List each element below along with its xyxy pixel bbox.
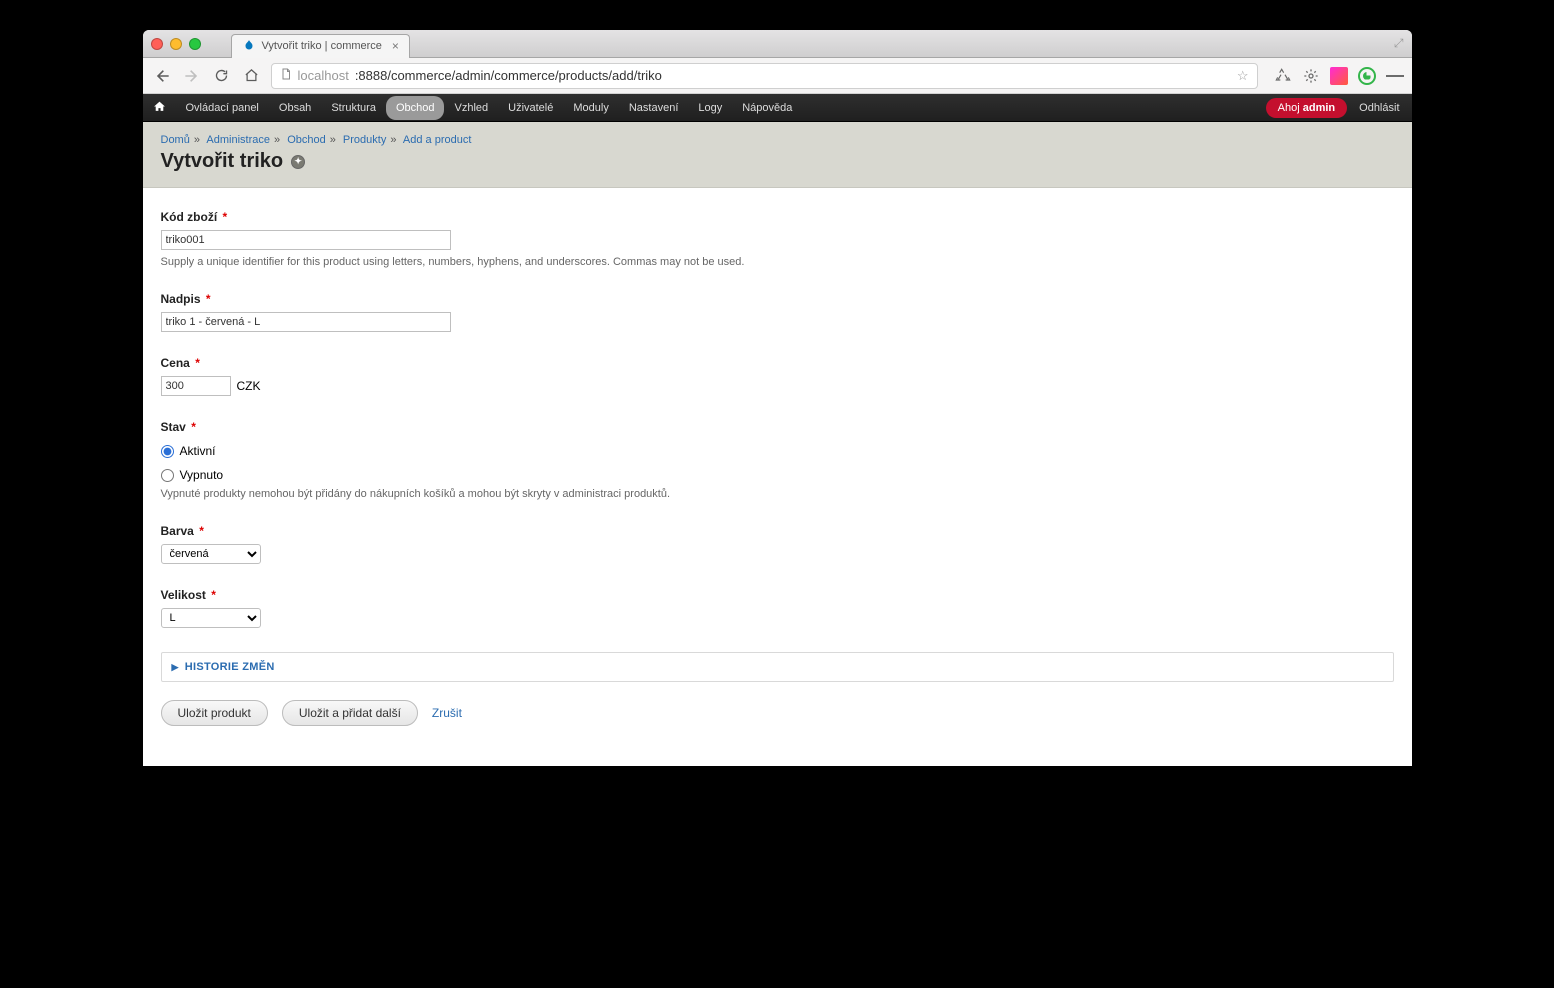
color-label: Barva * [161,524,204,538]
drupal-favicon-icon [242,39,256,53]
sku-input[interactable] [161,230,451,250]
toolbar-item-help[interactable]: Nápověda [732,96,802,120]
field-size: Velikost * L [161,588,1361,628]
size-label: Velikost * [161,588,216,602]
cancel-link[interactable]: Zrušit [432,706,462,720]
forward-icon [181,65,203,87]
field-sku: Kód zboží * Supply a unique identifier f… [161,210,1361,268]
sku-label: Kód zboží * [161,210,228,224]
browser-window: Vytvořit triko | commerce × ⤢ localhost:… [143,30,1412,766]
size-select[interactable]: L [161,608,261,628]
tab-strip: Vytvořit triko | commerce × ⤢ [143,30,1412,58]
minimize-window-icon[interactable] [170,38,182,50]
status-option-disabled: Vypnuto [180,468,224,482]
home-icon[interactable] [241,65,263,87]
extension-square-icon[interactable] [1330,67,1348,85]
page-header: Domů» Administrace» Obchod» Produkty» Ad… [143,122,1412,188]
close-tab-icon[interactable]: × [392,39,399,53]
tab-title: Vytvořit triko | commerce [262,40,382,52]
page-gear-icon[interactable]: ✦ [291,155,305,169]
crumb-admin[interactable]: Administrace [206,134,270,146]
page-title-text: Vytvořit triko [161,150,284,173]
price-currency: CZK [237,379,261,393]
back-icon[interactable] [151,65,173,87]
status-help: Vypnuté produkty nemohou být přidány do … [161,488,1361,500]
close-window-icon[interactable] [151,38,163,50]
toolbar-item-content[interactable]: Obsah [269,96,321,120]
sku-help: Supply a unique identifier for this prod… [161,256,1361,268]
window-controls [151,38,201,50]
form-actions: Uložit produkt Uložit a přidat další Zru… [161,700,1394,726]
title-label: Nadpis * [161,292,211,306]
url-host: localhost [298,68,349,83]
settings-gear-icon[interactable] [1302,67,1320,85]
color-select[interactable]: červená [161,544,261,564]
history-legend-text: HISTORIE ZMĚN [185,661,275,673]
history-fieldset: ▶ HISTORIE ZMĚN [161,652,1394,682]
crumb-products[interactable]: Produkty [343,134,386,146]
save-button[interactable]: Uložit produkt [161,700,268,726]
status-label: Stav * [161,420,196,434]
toolbar-item-people[interactable]: Uživatelé [498,96,563,120]
hello-prefix: Ahoj [1278,102,1303,114]
hamburger-menu-icon[interactable] [1386,67,1404,85]
crumb-home[interactable]: Domů [161,134,190,146]
toolbar-right-icons [1274,67,1404,85]
admin-toolbar: Ovládací panel Obsah Struktura Obchod Vz… [143,94,1412,122]
browser-toolbar: localhost :8888/commerce/admin/commerce/p… [143,58,1412,94]
toolbar-item-modules[interactable]: Moduly [563,96,618,120]
zoom-window-icon[interactable] [189,38,201,50]
toolbar-item-dashboard[interactable]: Ovládací panel [176,96,269,120]
triangle-right-icon: ▶ [172,662,179,673]
toolbar-item-reports[interactable]: Logy [688,96,732,120]
status-radio-active[interactable] [161,445,174,458]
crumb-add[interactable]: Add a product [403,134,472,146]
page-icon [280,67,292,84]
browser-tab[interactable]: Vytvořit triko | commerce × [231,34,410,58]
page-title: Vytvořit triko ✦ [161,150,1394,173]
field-price: Cena * CZK [161,356,1361,396]
toolbar-menu: Ovládací panel Obsah Struktura Obchod Vz… [176,96,803,120]
bookmark-star-icon[interactable]: ☆ [1237,68,1249,84]
hello-username: admin [1303,102,1335,114]
recycle-icon[interactable] [1274,67,1292,85]
save-add-another-button[interactable]: Uložit a přidat další [282,700,418,726]
breadcrumb: Domů» Administrace» Obchod» Produkty» Ad… [161,134,1394,146]
field-color: Barva * červená [161,524,1361,564]
url-path: :8888/commerce/admin/commerce/products/a… [355,68,662,83]
toolbar-item-appearance[interactable]: Vzhled [444,96,498,120]
history-toggle[interactable]: ▶ HISTORIE ZMĚN [172,661,1383,673]
field-title: Nadpis * [161,292,1361,332]
price-input[interactable] [161,376,231,396]
field-status: Stav * Aktivní Vypnuto Vypnuté produkty … [161,420,1361,500]
toolbar-item-structure[interactable]: Struktura [321,96,386,120]
hello-user-badge[interactable]: Ahoj admin [1266,98,1347,118]
status-radio-disabled[interactable] [161,469,174,482]
price-label: Cena * [161,356,200,370]
adblock-icon[interactable] [1358,67,1376,85]
product-form: Kód zboží * Supply a unique identifier f… [143,188,1412,766]
toolbar-item-store[interactable]: Obchod [386,96,445,120]
crumb-store[interactable]: Obchod [287,134,326,146]
toolbar-item-config[interactable]: Nastavení [619,96,689,120]
address-bar[interactable]: localhost :8888/commerce/admin/commerce/p… [271,63,1258,89]
logout-link[interactable]: Odhlásit [1359,102,1399,114]
title-input[interactable] [161,312,451,332]
toolbar-home-icon[interactable] [153,100,166,116]
reload-icon[interactable] [211,65,233,87]
status-option-active: Aktivní [180,444,216,458]
fullscreen-icon[interactable]: ⤢ [1394,36,1404,51]
